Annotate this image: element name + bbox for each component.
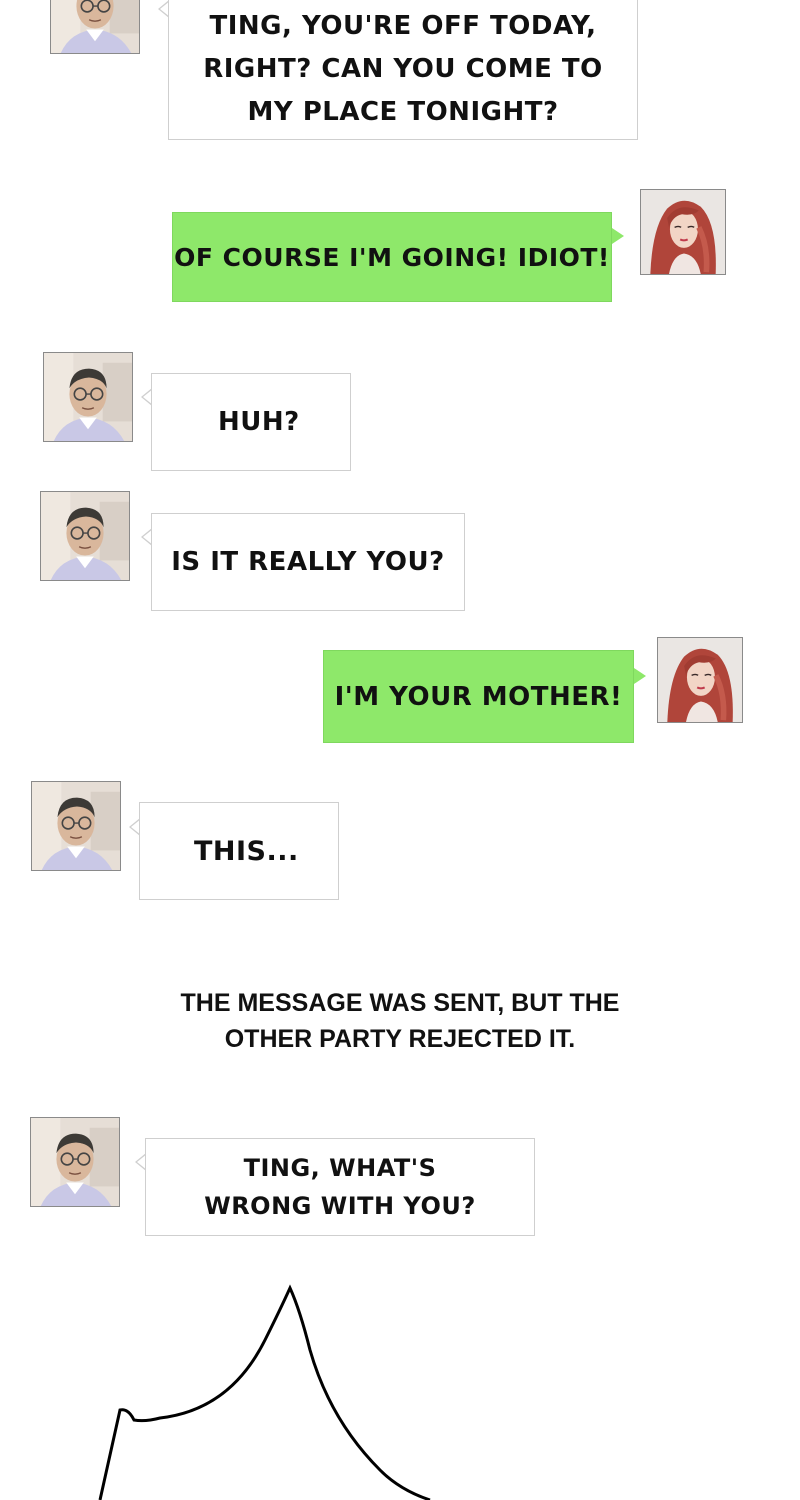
man-avatar[interactable] [40, 491, 130, 581]
message-text-3: HUH? [218, 407, 300, 437]
man-with-glasses-icon [51, 0, 139, 53]
man-avatar[interactable] [31, 781, 121, 871]
man-with-glasses-icon [32, 782, 120, 870]
man-with-glasses-icon [31, 1118, 119, 1206]
man-avatar[interactable] [50, 0, 140, 54]
message-text-1: TING, YOU'RE OFF TODAY, RIGHT? CAN YOU C… [203, 10, 603, 127]
man-with-glasses-icon [41, 492, 129, 580]
message-bubble-6[interactable]: THIS... [139, 802, 339, 900]
message-text-6: THIS... [194, 835, 299, 867]
message-text-2: OF COURSE I'M GOING! IDIOT! [174, 242, 610, 272]
message-text-7: TING, WHAT'S WRONG WITH YOU? [204, 1154, 476, 1220]
red-haired-woman-icon [658, 638, 742, 722]
message-bubble-1[interactable]: TING, YOU'RE OFF TODAY, RIGHT? CAN YOU C… [168, 0, 638, 140]
system-notice: THE MESSAGE WAS SENT, BUT THE OTHER PART… [180, 989, 620, 1053]
message-text-5: I'M YOUR MOTHER! [334, 681, 623, 712]
woman-avatar[interactable] [640, 189, 726, 275]
message-bubble-5[interactable]: I'M YOUR MOTHER! [323, 650, 634, 743]
woman-avatar[interactable] [657, 637, 743, 723]
message-bubble-4[interactable]: IS IT REALLY YOU? [151, 513, 465, 611]
message-bubble-7[interactable]: TING, WHAT'S WRONG WITH YOU? [145, 1138, 535, 1236]
line-art-drawing [98, 1284, 431, 1500]
man-avatar[interactable] [43, 352, 133, 442]
man-avatar[interactable] [30, 1117, 120, 1207]
man-with-glasses-icon [44, 353, 132, 441]
message-bubble-3[interactable]: HUH? [151, 373, 351, 471]
message-text-4: IS IT REALLY YOU? [171, 547, 445, 577]
red-haired-woman-icon [641, 190, 725, 274]
message-bubble-2[interactable]: OF COURSE I'M GOING! IDIOT! [172, 212, 612, 302]
